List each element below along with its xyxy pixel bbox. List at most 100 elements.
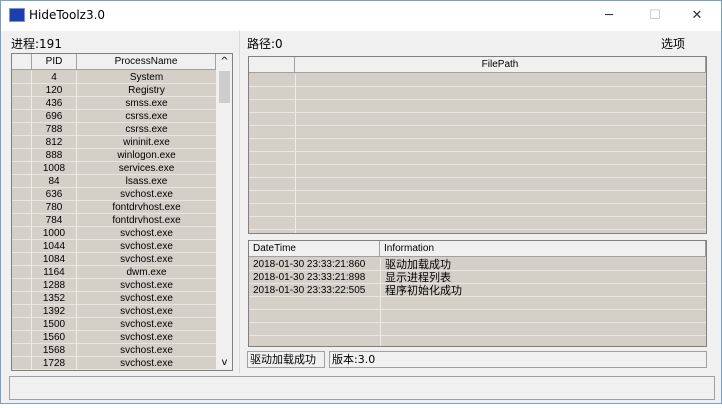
log-time: 2018-01-30 23:33:21:860 <box>253 259 366 270</box>
process-row[interactable]: 1000 svchost.exe <box>12 227 216 240</box>
process-pid: 784 <box>32 214 77 227</box>
row-indicator <box>12 331 32 344</box>
filepath-row[interactable] <box>249 74 706 87</box>
process-row[interactable]: 1008 services.exe <box>12 162 216 175</box>
process-row[interactable]: 636 svchost.exe <box>12 188 216 201</box>
header-datetime[interactable]: DateTime <box>249 241 380 257</box>
options-menu[interactable]: 选项 <box>661 35 685 52</box>
process-pid: 1352 <box>32 292 77 305</box>
process-name: fontdrvhost.exe <box>112 215 181 226</box>
process-row[interactable]: 436 smss.exe <box>12 97 216 110</box>
filepath-table[interactable]: FilePath <box>248 56 707 234</box>
process-row[interactable]: 1352 svchost.exe <box>12 292 216 305</box>
process-name: svchost.exe <box>120 319 173 330</box>
log-info: 驱动加载成功 <box>385 258 451 271</box>
filepath-row[interactable] <box>249 204 706 217</box>
process-row[interactable]: 4 System <box>12 71 216 84</box>
process-row[interactable]: 780 fontdrvhost.exe <box>12 201 216 214</box>
maximize-button[interactable]: ☐ <box>640 5 670 27</box>
header-pid[interactable]: PID <box>32 54 77 70</box>
filepath-row[interactable] <box>249 217 706 230</box>
log-info: 显示进程列表 <box>385 271 451 284</box>
process-pid: 812 <box>32 136 77 149</box>
scroll-down-icon[interactable]: v <box>216 357 232 368</box>
process-row[interactable]: 784 fontdrvhost.exe <box>12 214 216 227</box>
status-version: 版本:3.0 <box>329 351 707 368</box>
filepath-row[interactable] <box>249 100 706 113</box>
process-row[interactable]: 1164 dwm.exe <box>12 266 216 279</box>
status-driver: 驱动加载成功 <box>247 351 325 368</box>
scroll-thumb[interactable] <box>219 71 230 103</box>
process-name: csrss.exe <box>125 124 168 135</box>
process-row[interactable]: 120 Registry <box>12 84 216 97</box>
process-row[interactable]: 788 csrss.exe <box>12 123 216 136</box>
process-name: System <box>129 72 164 83</box>
process-name: svchost.exe <box>120 332 173 343</box>
filepath-row[interactable] <box>249 87 706 100</box>
process-name: svchost.exe <box>120 241 173 252</box>
row-indicator <box>12 136 32 149</box>
process-pid: 888 <box>32 149 77 162</box>
process-name: svchost.exe <box>120 293 173 304</box>
process-row[interactable]: 1500 svchost.exe <box>12 318 216 331</box>
process-name: svchost.exe <box>120 306 173 317</box>
filepath-row[interactable] <box>249 152 706 165</box>
log-row[interactable] <box>249 310 706 323</box>
row-indicator <box>12 123 32 136</box>
log-time: 2018-01-30 23:33:21:898 <box>253 272 366 283</box>
log-row[interactable] <box>249 323 706 336</box>
process-row[interactable]: 696 csrss.exe <box>12 110 216 123</box>
process-row[interactable]: 1560 svchost.exe <box>12 331 216 344</box>
process-name: lsass.exe <box>125 176 168 187</box>
process-name: svchost.exe <box>120 189 173 200</box>
process-pid: 1008 <box>32 162 77 175</box>
log-row[interactable]: 2018-01-30 23:33:21:860 驱动加载成功 <box>249 258 706 271</box>
process-name: svchost.exe <box>120 280 173 291</box>
header-filepath[interactable]: FilePath <box>295 57 706 73</box>
process-scrollbar[interactable]: ^ v <box>216 54 232 370</box>
process-row[interactable]: 1728 svchost.exe <box>12 357 216 370</box>
header-information[interactable]: Information <box>380 241 706 257</box>
filepath-row[interactable] <box>249 191 706 204</box>
process-row[interactable]: 888 winlogon.exe <box>12 149 216 162</box>
filepath-row[interactable] <box>249 126 706 139</box>
log-row[interactable]: 2018-01-30 23:33:21:898 显示进程列表 <box>249 271 706 284</box>
log-row[interactable] <box>249 297 706 310</box>
process-pid: 1500 <box>32 318 77 331</box>
process-pid: 120 <box>32 84 77 97</box>
process-name: wininit.exe <box>123 137 170 148</box>
close-button[interactable]: ✕ <box>682 5 712 27</box>
process-table[interactable]: PID ProcessName ^ v 4 System 120 Registry 43… <box>11 53 233 371</box>
process-row[interactable]: 1288 svchost.exe <box>12 279 216 292</box>
process-count-label: 进程:191 <box>11 37 62 51</box>
log-table[interactable]: DateTime Information 2018-01-30 23:33:21… <box>248 240 707 347</box>
header-processname[interactable]: ProcessName <box>77 54 216 70</box>
filepath-row[interactable] <box>249 113 706 126</box>
filepath-row[interactable] <box>249 165 706 178</box>
row-indicator <box>12 279 32 292</box>
process-name: svchost.exe <box>120 358 173 369</box>
filepath-row[interactable] <box>249 139 706 152</box>
row-indicator <box>12 344 32 357</box>
row-indicator <box>12 266 32 279</box>
process-pid: 1728 <box>32 357 77 370</box>
process-row[interactable]: 1084 svchost.exe <box>12 253 216 266</box>
log-row[interactable]: 2018-01-30 23:33:22:505 程序初始化成功 <box>249 284 706 297</box>
log-row[interactable] <box>249 336 706 346</box>
process-row[interactable]: 1044 svchost.exe <box>12 240 216 253</box>
process-row[interactable]: 1568 svchost.exe <box>12 344 216 357</box>
process-row[interactable]: 84 lsass.exe <box>12 175 216 188</box>
header-indicator <box>12 54 32 70</box>
row-indicator <box>12 227 32 240</box>
process-name: csrss.exe <box>125 111 168 122</box>
window-title: HideToolz3.0 <box>29 8 106 22</box>
process-pid: 1288 <box>32 279 77 292</box>
process-name: Registry <box>128 85 165 96</box>
scroll-up-icon[interactable]: ^ <box>216 56 232 67</box>
process-name: svchost.exe <box>120 254 173 265</box>
process-row[interactable]: 812 wininit.exe <box>12 136 216 149</box>
filepath-row[interactable] <box>249 178 706 191</box>
process-pid: 1164 <box>32 266 77 279</box>
process-row[interactable]: 1392 svchost.exe <box>12 305 216 318</box>
minimize-button[interactable]: ─ <box>594 5 624 27</box>
